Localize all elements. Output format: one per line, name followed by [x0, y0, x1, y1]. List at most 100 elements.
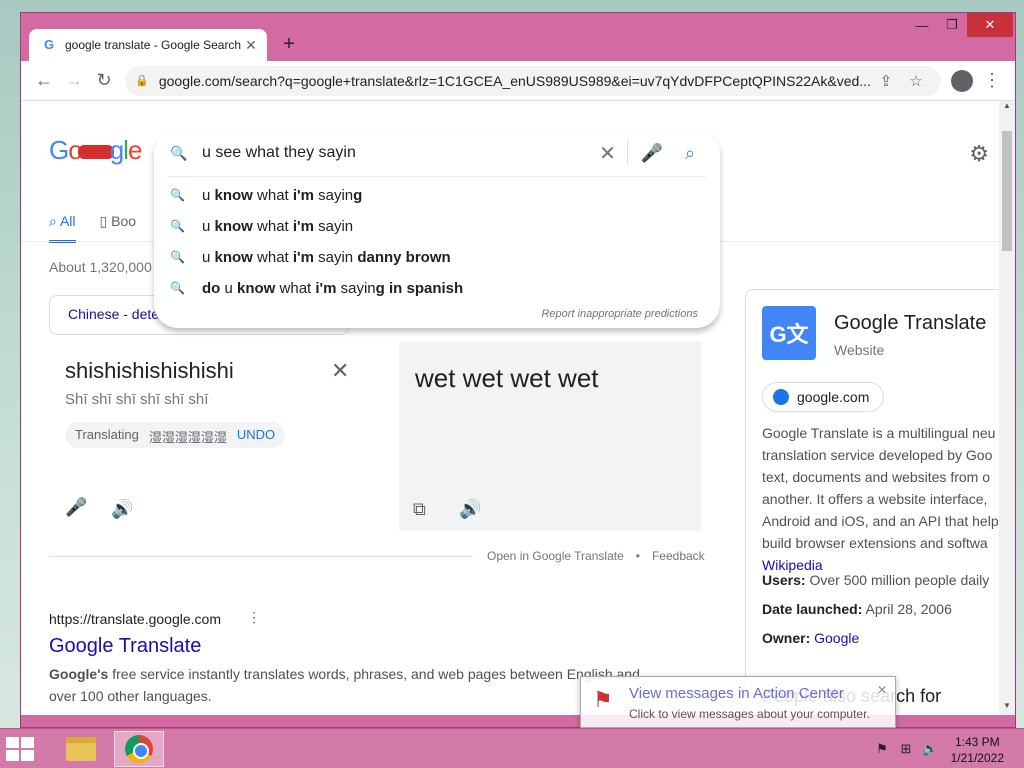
back-button[interactable]: ←: [29, 65, 59, 97]
open-in-translate-link[interactable]: Open in Google Translate: [487, 549, 624, 563]
clock-time: 1:43 PM: [954, 735, 1000, 749]
microphone-icon[interactable]: 🎤: [65, 497, 87, 518]
wikipedia-link[interactable]: Wikipedia: [762, 557, 823, 573]
target-text: wet wet wet wet: [415, 363, 599, 393]
google-favicon-icon: G: [43, 37, 55, 52]
avatar: [950, 69, 973, 92]
translating-chip: Translating 湿湿湿湿湿湿 UNDO: [65, 422, 286, 448]
kp-fact-owner: Owner: Google: [762, 630, 859, 646]
search-tabs: ⌕ All ▯ Boo: [49, 213, 136, 243]
browser-toolbar: ← → ↻ 🔒 google.com/search?q=google+trans…: [21, 61, 1015, 101]
settings-gear-icon[interactable]: ⚙: [969, 141, 989, 167]
browser-tab[interactable]: G google translate - Google Search ✕: [29, 29, 267, 61]
system-clock[interactable]: 1:43 PM 1/21/2022: [951, 734, 1004, 766]
kp-owner-link[interactable]: Google: [814, 630, 859, 646]
search-submit-icon[interactable]: ⌕: [676, 143, 704, 164]
divider: [49, 556, 473, 557]
tab-all[interactable]: ⌕ All: [49, 213, 76, 243]
chrome-icon: [125, 735, 153, 763]
search-box: 🔍 u see what they sayin ✕ 🎤 ⌕: [154, 130, 720, 176]
speaker-icon[interactable]: 🔊: [459, 499, 481, 520]
result-url[interactable]: https://translate.google.com: [49, 611, 221, 627]
close-icon[interactable]: ✕: [877, 683, 887, 697]
reload-button[interactable]: ↻: [89, 65, 119, 97]
source-transliteration: Shī shī shī shī shī shī: [65, 391, 209, 408]
suggestion-item[interactable]: 🔍 u know what i'm sayin danny brown: [170, 242, 451, 272]
doodle-ribbon-icon: [77, 145, 114, 160]
source-text[interactable]: shishishishishishi: [65, 358, 234, 384]
tab-title: google translate - Google Search: [65, 38, 242, 52]
kp-title: Google Translate: [834, 312, 987, 334]
tab-close-icon[interactable]: ✕: [243, 37, 259, 54]
kp-users-label: Users:: [762, 572, 806, 588]
kp-website-button[interactable]: google.com: [762, 382, 885, 412]
kp-launched-label: Date launched:: [762, 601, 863, 617]
result-snippet: Google's free service instantly translat…: [49, 663, 649, 707]
translating-chars: 湿湿湿湿湿湿: [148, 430, 227, 445]
search-icon: 🔍: [170, 144, 188, 161]
suggestion-text: u know what i'm saying: [202, 186, 363, 204]
clear-source-icon[interactable]: ✕: [331, 358, 349, 384]
bookmark-star-icon[interactable]: ☆: [901, 72, 931, 90]
search-input[interactable]: u see what they sayin: [202, 144, 588, 162]
kp-fact-launched: Date launched: April 28, 2006: [762, 601, 952, 617]
kp-site-label: google.com: [797, 389, 870, 405]
search-autocomplete: 🔍 u see what they sayin ✕ 🎤 ⌕ 🔍 u know wh…: [154, 130, 720, 328]
taskbar: ⚑ ⊞ 🔈 1:43 PM 1/21/2022: [0, 728, 1024, 768]
translate-logo-icon: G文: [762, 306, 816, 360]
action-center-notification[interactable]: ⚑ View messages in Action Center Click t…: [580, 676, 896, 728]
maximize-button[interactable]: ❐: [937, 13, 967, 37]
lock-icon[interactable]: 🔒: [135, 74, 149, 87]
notification-body: Click to view messages about your comput…: [629, 707, 870, 721]
window-controls: — ❐ ✕: [907, 13, 1013, 37]
close-window-button[interactable]: ✕: [967, 13, 1013, 37]
target-panel: wet wet wet wet ⧉ 🔊: [399, 341, 701, 531]
chrome-taskbar-button[interactable]: [114, 731, 164, 767]
speaker-icon[interactable]: 🔊: [111, 499, 133, 520]
folder-icon: [66, 737, 96, 761]
result-stats: About 1,320,000: [49, 259, 152, 275]
suggestion-text: u know what i'm sayin danny brown: [202, 248, 451, 266]
volume-muted-icon[interactable]: 🔈: [922, 741, 938, 757]
profile-button[interactable]: [947, 65, 977, 97]
address-bar[interactable]: 🔒 google.com/search?q=google+translate&r…: [125, 65, 941, 96]
divider: [168, 176, 706, 177]
voice-search-icon[interactable]: 🎤: [628, 143, 676, 164]
menu-kebab-icon[interactable]: ⋮: [977, 65, 1007, 97]
undo-button[interactable]: UNDO: [237, 427, 275, 443]
kp-owner-label: Owner:: [762, 630, 811, 646]
suggestion-item[interactable]: 🔍 u know what i'm sayin: [170, 211, 353, 241]
vertical-scrollbar[interactable]: ▲ ▼: [999, 101, 1015, 715]
search-icon: 🔍: [170, 250, 185, 264]
copy-icon[interactable]: ⧉: [413, 499, 426, 520]
scroll-up-icon[interactable]: ▲: [999, 101, 1015, 115]
new-tab-button[interactable]: +: [277, 33, 301, 57]
file-explorer-button[interactable]: [56, 731, 106, 767]
clear-search-icon[interactable]: ✕: [588, 140, 628, 166]
result-menu-icon[interactable]: ⋮: [247, 609, 261, 626]
search-results-page: Go gle ⚙ ⌕ All ▯ Boo About 1,320,000 Chin…: [21, 101, 999, 715]
scroll-down-icon[interactable]: ▼: [999, 701, 1015, 715]
suggestion-item[interactable]: 🔍 u know what i'm saying: [170, 180, 362, 210]
report-predictions-link[interactable]: Report inappropriate predictions: [541, 308, 698, 320]
globe-icon: [773, 389, 789, 405]
kp-launched-value: April 28, 2006: [862, 601, 952, 617]
start-button[interactable]: [6, 737, 34, 761]
search-icon: 🔍: [170, 219, 185, 233]
feedback-link[interactable]: Feedback: [652, 549, 705, 563]
result-title-link[interactable]: Google Translate: [49, 635, 201, 658]
google-doodle-logo[interactable]: Go gle: [49, 135, 142, 166]
forward-button[interactable]: →: [59, 65, 89, 97]
minimize-button[interactable]: —: [907, 13, 937, 37]
separator-dot: •: [635, 549, 640, 563]
tab-all-label: All: [59, 213, 76, 229]
suggestion-item[interactable]: 🔍 do u know what i'm saying in spanish: [170, 273, 463, 303]
action-center-flag-icon[interactable]: ⚑: [874, 741, 890, 757]
tab-books[interactable]: ▯ Boo: [100, 213, 137, 243]
kp-description-text: Google Translate is a multilingual neu t…: [762, 425, 999, 551]
url-text[interactable]: google.com/search?q=google+translate&rlz…: [159, 73, 871, 89]
scroll-thumb[interactable]: [1002, 131, 1012, 251]
network-icon[interactable]: ⊞: [898, 741, 914, 757]
share-icon[interactable]: ⇪: [871, 72, 901, 90]
kp-users-value: Over 500 million people daily: [805, 572, 990, 588]
